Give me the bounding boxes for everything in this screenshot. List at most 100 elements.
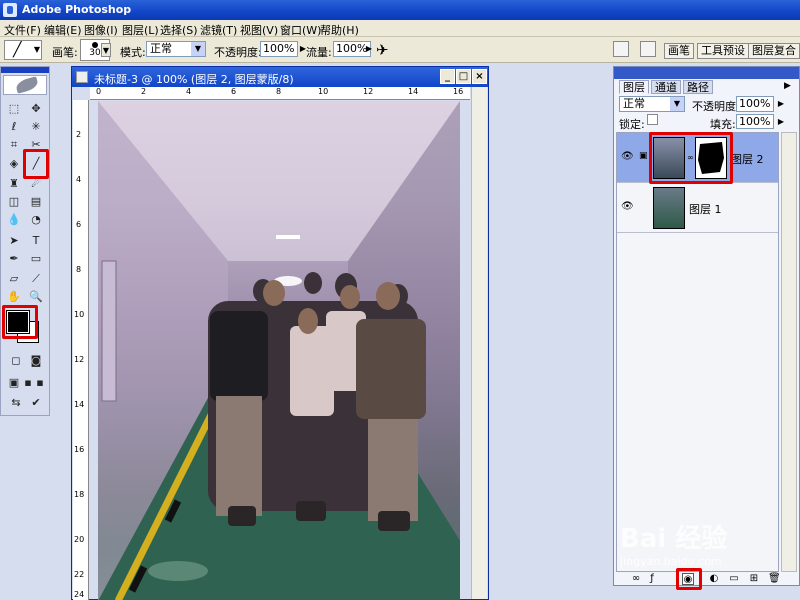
shape-tool-icon[interactable]: ▭ — [27, 251, 45, 267]
notes-tool-icon[interactable]: ▱ — [5, 271, 23, 287]
blend-mode-select[interactable]: 正常 ▼ — [619, 96, 685, 112]
magic-wand-icon[interactable]: ✳ — [27, 119, 45, 135]
brush-picker-dropdown[interactable]: ▼ — [101, 43, 111, 57]
opacity-label: 不透明度: — [214, 46, 262, 59]
gradient-tool-icon[interactable]: ▤ — [27, 194, 45, 210]
ruler-v-label: 18 — [74, 490, 85, 499]
opacity-input[interactable]: 100% — [260, 41, 298, 57]
ruler-v-label: 2 — [76, 130, 82, 139]
type-tool-icon[interactable]: T — [27, 233, 45, 249]
ruler-v-label: 20 — [74, 535, 85, 544]
tab-paths[interactable]: 路径 — [683, 80, 713, 94]
mode-select[interactable]: 正常 ▼ — [146, 41, 206, 57]
ruler-h-label: 4 — [186, 87, 192, 96]
fill-arrow[interactable]: ▶ — [776, 114, 786, 129]
vertical-ruler[interactable]: 2 4 6 8 10 12 14 16 18 20 22 24 — [73, 100, 89, 600]
file-browser-icon[interactable] — [613, 41, 629, 57]
chevron-down-icon: ▼ — [191, 42, 205, 56]
document-icon — [76, 71, 88, 83]
document-vertical-scrollbar[interactable] — [471, 87, 487, 599]
layer-thumbnail[interactable] — [653, 187, 685, 229]
menu-file[interactable]: 文件(F) — [4, 22, 41, 38]
photoshop-logo-icon — [3, 3, 17, 17]
well-tab-layer-comps[interactable]: 图层复合 — [748, 43, 800, 59]
tool-preset-picker[interactable]: ╱ ▼ — [4, 40, 42, 60]
layers-palette: 图层 通道 路径 ▶ 正常 ▼ 不透明度: 100% ▶ 锁定: 填充: 100… — [613, 66, 800, 590]
airbrush-icon[interactable]: ✈ — [376, 41, 389, 59]
ruler-h-label: 10 — [318, 87, 329, 96]
tab-channels[interactable]: 通道 — [651, 80, 681, 94]
edit-in-imageready-icon[interactable]: ✔ — [27, 395, 45, 411]
eye-icon[interactable]: 👁 — [621, 151, 635, 162]
palette-menu-arrow[interactable]: ▶ — [784, 81, 791, 91]
menu-help[interactable]: 帮助(H) — [320, 22, 359, 38]
flow-slider-arrow[interactable]: ▶ — [364, 41, 374, 57]
layer-name: 图层 1 — [689, 203, 722, 216]
minimize-button[interactable]: _ — [440, 69, 455, 84]
close-button[interactable]: × — [472, 69, 487, 84]
menu-view[interactable]: 视图(V) — [240, 22, 278, 38]
history-brush-icon[interactable]: ☄ — [27, 176, 45, 192]
watermark-brand: Bai 经验 — [620, 524, 728, 554]
lock-transparency-checkbox[interactable] — [647, 114, 658, 125]
quick-mask-icon[interactable]: ◙ — [27, 353, 45, 369]
document-title-bar[interactable]: 未标题-3 @ 100% (图层 2, 图层蒙版/8) _ □ × — [72, 67, 488, 87]
jump-to-imageready-icon[interactable]: ⇆ — [7, 395, 25, 411]
tab-layers[interactable]: 图层 — [619, 80, 649, 94]
layers-list: 👁 ▣ ∞ 图层 2 👁 图层 1 — [616, 132, 779, 572]
clone-stamp-icon[interactable]: ♜ — [5, 176, 23, 192]
zoom-tool-icon[interactable]: 🔍 — [27, 289, 45, 305]
ruler-v-label: 6 — [76, 220, 82, 229]
menu-select[interactable]: 选择(S) — [160, 22, 198, 38]
path-select-icon[interactable]: ➤ — [5, 233, 23, 249]
menu-layer[interactable]: 图层(L) — [122, 22, 159, 38]
crop-tool-icon[interactable]: ⌗ — [5, 137, 23, 153]
brush-icon: ╱ — [13, 42, 22, 58]
standard-mode-icon[interactable]: ◻ — [7, 353, 25, 369]
pen-tool-icon[interactable]: ✒ — [5, 251, 23, 267]
layer-name: 图层 2 — [731, 153, 764, 166]
eyedropper-icon[interactable]: ⟋ — [27, 271, 45, 287]
well-tab-tool-presets[interactable]: 工具预设 — [697, 43, 749, 59]
print-icon[interactable] — [640, 41, 656, 57]
canvas-image — [98, 101, 460, 600]
maximize-button[interactable]: □ — [456, 69, 471, 84]
eraser-tool-icon[interactable]: ◫ — [5, 194, 23, 210]
lasso-tool-icon[interactable]: ℓ — [5, 119, 23, 135]
options-bar: ╱ ▼ 画笔: 30 ▼ 模式: 正常 ▼ 不透明度: 100% ▶ 流量: 1… — [0, 37, 800, 63]
dodge-tool-icon[interactable]: ◔ — [27, 212, 45, 228]
ruler-h-label: 6 — [231, 87, 237, 96]
eye-icon[interactable]: 👁 — [621, 201, 635, 212]
layer-row-1[interactable]: 👁 图层 1 — [617, 183, 778, 233]
brush-tool-highlight — [23, 149, 49, 179]
palette-header[interactable] — [614, 67, 799, 79]
app-title: Adobe Photoshop — [22, 3, 132, 16]
blur-tool-icon[interactable]: 💧 — [5, 212, 23, 228]
hand-tool-icon[interactable]: ✋ — [5, 289, 23, 305]
ruler-h-label: 16 — [453, 87, 464, 96]
screen-mode-full-icon[interactable]: ▪ — [31, 375, 49, 391]
marquee-tool-icon[interactable]: ⬚ — [5, 101, 23, 117]
menu-image[interactable]: 图像(I) — [84, 22, 118, 38]
healing-brush-icon[interactable]: ◈ — [5, 156, 23, 172]
menu-bar: 文件(F) 编辑(E) 图像(I) 图层(L) 选择(S) 滤镜(T) 视图(V… — [0, 20, 800, 37]
menu-filter[interactable]: 滤镜(T) — [200, 22, 237, 38]
layer-opacity-arrow[interactable]: ▶ — [776, 96, 786, 112]
layer-row-2[interactable]: 👁 ▣ ∞ 图层 2 — [617, 132, 778, 184]
layers-scrollbar[interactable] — [781, 132, 797, 572]
horizontal-ruler[interactable]: 0 2 4 6 8 10 12 14 16 — [90, 87, 470, 100]
menu-window[interactable]: 窗口(W) — [280, 22, 321, 38]
brush-size-value: 30 — [89, 48, 101, 58]
layer-thumbnails-highlight — [649, 132, 733, 184]
layer-opacity-input[interactable]: 100% — [736, 96, 774, 112]
fill-input[interactable]: 100% — [736, 114, 774, 129]
watermark-url: jingyan.baidu.com — [620, 555, 722, 568]
move-tool-icon[interactable]: ✥ — [27, 101, 45, 117]
mode-value: 正常 — [150, 42, 172, 55]
document-canvas[interactable] — [98, 101, 460, 600]
lock-label: 锁定: — [619, 118, 645, 131]
ruler-h-label: 12 — [363, 87, 374, 96]
menu-edit[interactable]: 编辑(E) — [44, 22, 82, 38]
well-tab-brushes[interactable]: 画笔 — [664, 43, 694, 59]
blend-mode-value: 正常 — [623, 97, 645, 110]
